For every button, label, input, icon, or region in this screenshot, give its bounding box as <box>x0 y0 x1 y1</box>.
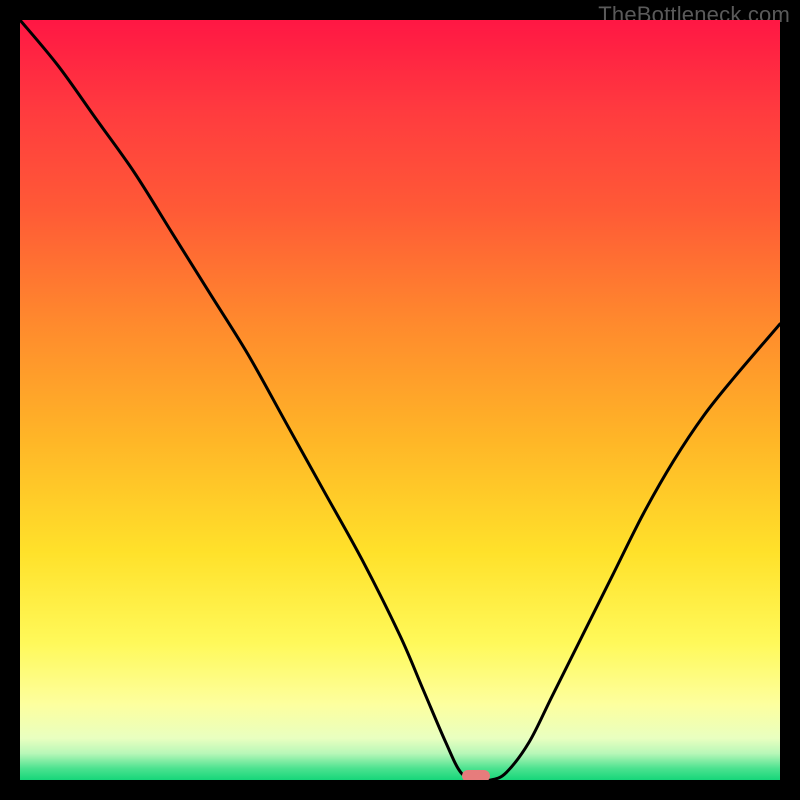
optimum-marker <box>462 770 490 780</box>
plot-area <box>20 20 780 780</box>
chart-svg <box>20 20 780 780</box>
gradient-background <box>20 20 780 780</box>
chart-frame: TheBottleneck.com <box>0 0 800 800</box>
